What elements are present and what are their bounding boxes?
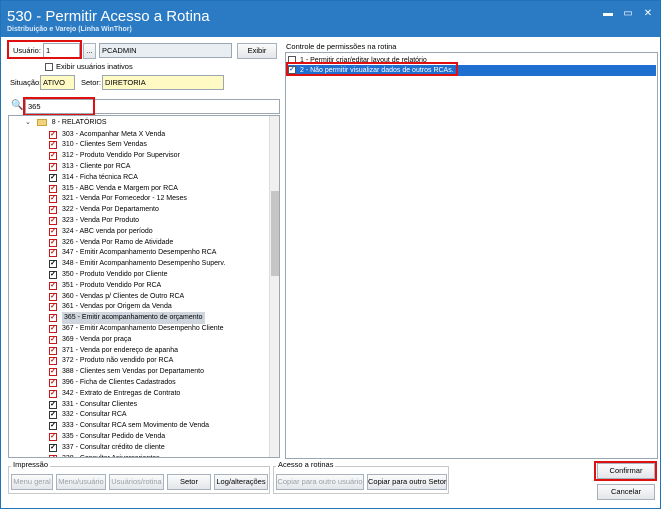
main-window: 530 - Permitir Acesso a Rotina Distribui…	[0, 0, 661, 509]
copy-user-button[interactable]: Copiar para outro usuário	[276, 474, 364, 490]
tree-item-checkbox[interactable]: ✓	[49, 443, 57, 452]
cancel-button[interactable]: Cancelar	[597, 484, 655, 500]
tree-item-checkbox[interactable]: ✓	[49, 325, 57, 333]
log-alteracoes-button[interactable]: Log/alterações	[214, 474, 268, 490]
tree-item-checkbox[interactable]: ✓	[49, 130, 57, 139]
tree-item-checkbox[interactable]: ✓	[49, 141, 57, 150]
tree-item-checkbox[interactable]: ✓	[49, 454, 57, 457]
usuarios-rotina-button[interactable]: Usuários/rotina	[109, 474, 164, 490]
tree-item-checkbox[interactable]: ✓	[49, 249, 57, 258]
setor-field: DIRETORIA	[102, 75, 224, 90]
tree-item-checkbox[interactable]: ✓	[49, 206, 57, 215]
tree-item-checkbox[interactable]: ✓	[49, 379, 57, 387]
tree-item-checkbox[interactable]: ✓	[49, 389, 57, 398]
tree-item-checkbox[interactable]: ✓	[49, 314, 57, 323]
permissions-header: Controle de permissões na rotina	[286, 42, 397, 51]
tree-item-checkbox[interactable]: ✓	[49, 260, 57, 269]
tree-scrollbar[interactable]	[269, 116, 279, 457]
minimize-icon[interactable]: ▬	[601, 7, 615, 21]
tree-group-label: 8 - RELATÓRIOS	[51, 119, 107, 126]
tree-item-checkbox[interactable]: ✓	[49, 292, 57, 301]
chevron-down-icon[interactable]: ⌄	[25, 119, 31, 126]
tree-item-checkbox[interactable]: ✓	[49, 184, 57, 193]
tree-item-checkbox[interactable]: ✓	[49, 173, 57, 182]
routines-tree[interactable]: ⌄ 8 - RELATÓRIOS ✓ 303 - Acompanhar Meta …	[8, 115, 280, 458]
tree-item-checkbox[interactable]: ✓	[49, 368, 57, 377]
tree-item-checkbox[interactable]: ✓	[49, 303, 57, 312]
tree-item-checkbox[interactable]: ✓	[49, 357, 57, 366]
impressao-label: Impressão	[11, 460, 51, 469]
user-name-field: PCADMIN	[99, 43, 232, 58]
close-icon[interactable]: ✕	[641, 7, 655, 21]
tree-item-checkbox[interactable]: ✓	[49, 422, 57, 431]
search-icon: 🔍	[11, 100, 24, 111]
menu-usuario-button[interactable]: Menu/usuário	[56, 474, 106, 490]
tree-item-checkbox[interactable]: ✓	[49, 433, 57, 441]
tree-item-label: 338 - Consultar Aniversariantes	[62, 453, 160, 457]
copy-setor-button[interactable]: Copiar para outro Setor	[367, 474, 447, 490]
tree-item-checkbox[interactable]: ✓	[49, 335, 57, 344]
title-bar: 530 - Permitir Acesso a Rotina Distribui…	[1, 1, 660, 37]
exibir-button[interactable]: Exibir	[237, 43, 277, 59]
restore-icon[interactable]: ▭	[621, 7, 635, 21]
permissions-list[interactable]: 1 - Permitir criar/editar layout de rela…	[285, 52, 658, 459]
situacao-field: ATIVO	[40, 75, 75, 90]
tree-item-checkbox[interactable]: ✓	[49, 217, 57, 225]
tree-item-checkbox[interactable]: ✓	[49, 281, 57, 290]
user-lookup-button[interactable]: ...	[83, 43, 96, 59]
tree-item-checkbox[interactable]: ✓	[49, 411, 57, 420]
tree-group-row[interactable]: ⌄ 8 - RELATÓRIOS	[25, 117, 107, 129]
tree-item-checkbox[interactable]: ✓	[49, 195, 57, 204]
tree-item-checkbox[interactable]: ✓	[49, 346, 57, 355]
permission-highlight	[286, 62, 458, 76]
show-inactive-label: Exibir usuários inativos	[56, 62, 133, 71]
tree-scroll-thumb[interactable]	[271, 191, 279, 276]
user-highlight	[7, 40, 82, 59]
tree-item-checkbox[interactable]: ✓	[49, 152, 57, 161]
setor-label: Setor:	[81, 78, 102, 87]
show-inactive-checkbox[interactable]	[45, 63, 53, 71]
acesso-label: Acesso a rotinas	[276, 460, 336, 469]
window-title: 530 - Permitir Acesso a Rotina	[7, 8, 210, 25]
search-highlight	[23, 97, 95, 116]
folder-icon	[36, 118, 47, 126]
tree-item-checkbox[interactable]: ✓	[49, 400, 57, 409]
window-subtitle: Distribuição e Varejo (Linha WinThor)	[7, 26, 132, 33]
tree-item-checkbox[interactable]: ✓	[49, 271, 57, 279]
tree-item-checkbox[interactable]: ✓	[49, 163, 57, 171]
menu-geral-button[interactable]: Menu geral	[11, 474, 53, 490]
confirm-highlight	[594, 461, 657, 481]
situacao-label: Situação:	[10, 78, 42, 87]
tree-item-checkbox[interactable]: ✓	[49, 227, 57, 236]
tree-item-checkbox[interactable]: ✓	[49, 238, 57, 247]
setor-button[interactable]: Setor	[167, 474, 211, 490]
